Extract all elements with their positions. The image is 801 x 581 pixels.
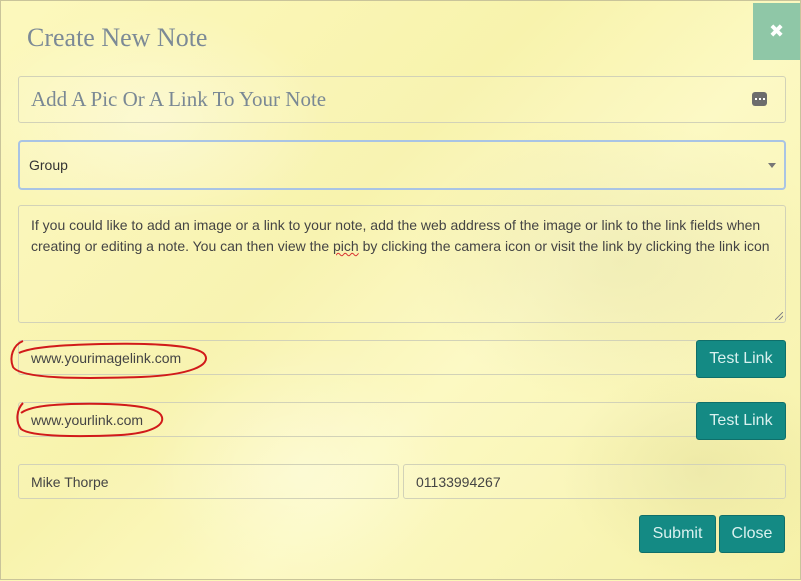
phone-value: 01133994267	[416, 473, 501, 490]
create-note-dialog: Create New Note ✖ Add A Pic Or A Link To…	[0, 0, 801, 580]
name-input[interactable]: Mike Thorpe	[18, 464, 399, 499]
note-body-textarea[interactable]: If you could like to add an image or a l…	[18, 205, 786, 323]
dialog-close-icon[interactable]: ✖	[753, 3, 800, 60]
group-select[interactable]: Group	[18, 140, 786, 190]
note-body-text: If you could like to add an image or a l…	[31, 217, 770, 254]
test-web-link-button[interactable]: Test Link	[696, 402, 786, 440]
dialog-title: Create New Note	[27, 23, 208, 52]
test-image-link-button[interactable]: Test Link	[696, 340, 786, 378]
autofill-icon[interactable]	[752, 92, 767, 106]
phone-input[interactable]: 01133994267	[403, 464, 786, 499]
note-title-input[interactable]: Add A Pic Or A Link To Your Note	[18, 76, 786, 123]
group-select-value: Group	[29, 157, 68, 173]
web-link-value: www.yourlink.com	[31, 411, 144, 428]
image-link-value: www.yourimagelink.com	[31, 349, 182, 366]
resize-handle-icon[interactable]	[775, 312, 783, 320]
misspelled-word: pich	[333, 238, 359, 254]
chevron-down-icon	[768, 163, 776, 168]
close-button[interactable]: Close	[719, 515, 785, 553]
image-link-input[interactable]: www.yourimagelink.com	[18, 340, 698, 375]
name-value: Mike Thorpe	[31, 473, 109, 490]
note-title-value: Add A Pic Or A Link To Your Note	[31, 87, 327, 111]
submit-button[interactable]: Submit	[639, 515, 716, 553]
web-link-input[interactable]: www.yourlink.com	[18, 402, 698, 437]
